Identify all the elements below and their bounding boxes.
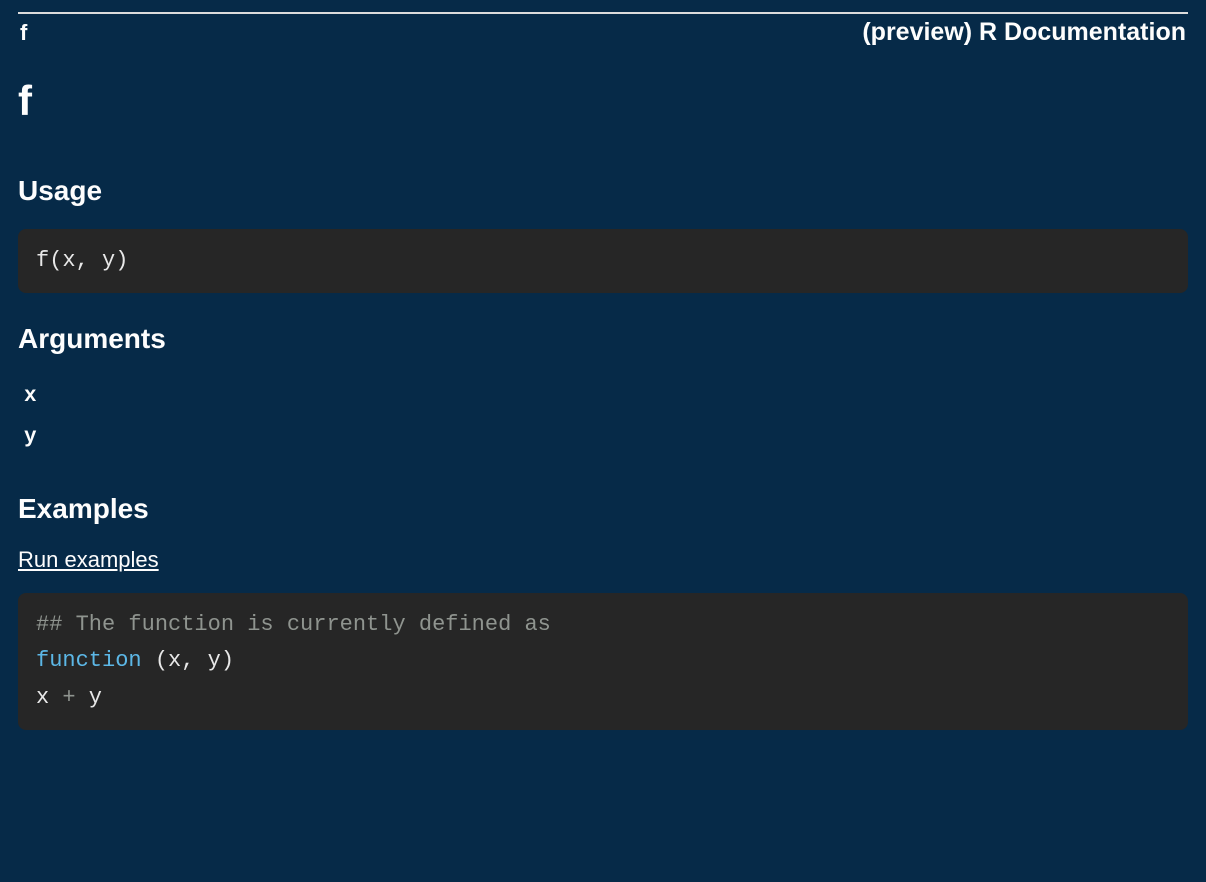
section-usage-heading: Usage [18, 175, 1188, 207]
code-op-plus: + [62, 685, 75, 710]
section-examples-heading: Examples [18, 493, 1188, 525]
doc-header-source: (preview) R Documentation [862, 18, 1186, 47]
argument-item: y [24, 418, 1188, 459]
code-comment: ## The function is currently defined as [36, 612, 551, 637]
doc-header: f (preview) R Documentation [20, 18, 1186, 47]
argument-item: x [24, 377, 1188, 418]
code-signature: (x, y) [142, 648, 234, 673]
doc-header-topic: f [20, 20, 27, 46]
page-title: f [18, 77, 1188, 125]
top-rule [18, 12, 1188, 14]
code-keyword-function: function [36, 648, 142, 673]
code-body-rhs: y [76, 685, 102, 710]
arguments-list: x y [24, 377, 1188, 459]
examples-code-block: ## The function is currently defined as … [18, 593, 1188, 730]
section-arguments-heading: Arguments [18, 323, 1188, 355]
run-examples-link[interactable]: Run examples [18, 547, 159, 573]
usage-code-block: f(x, y) [18, 229, 1188, 293]
code-body-lhs: x [36, 685, 62, 710]
